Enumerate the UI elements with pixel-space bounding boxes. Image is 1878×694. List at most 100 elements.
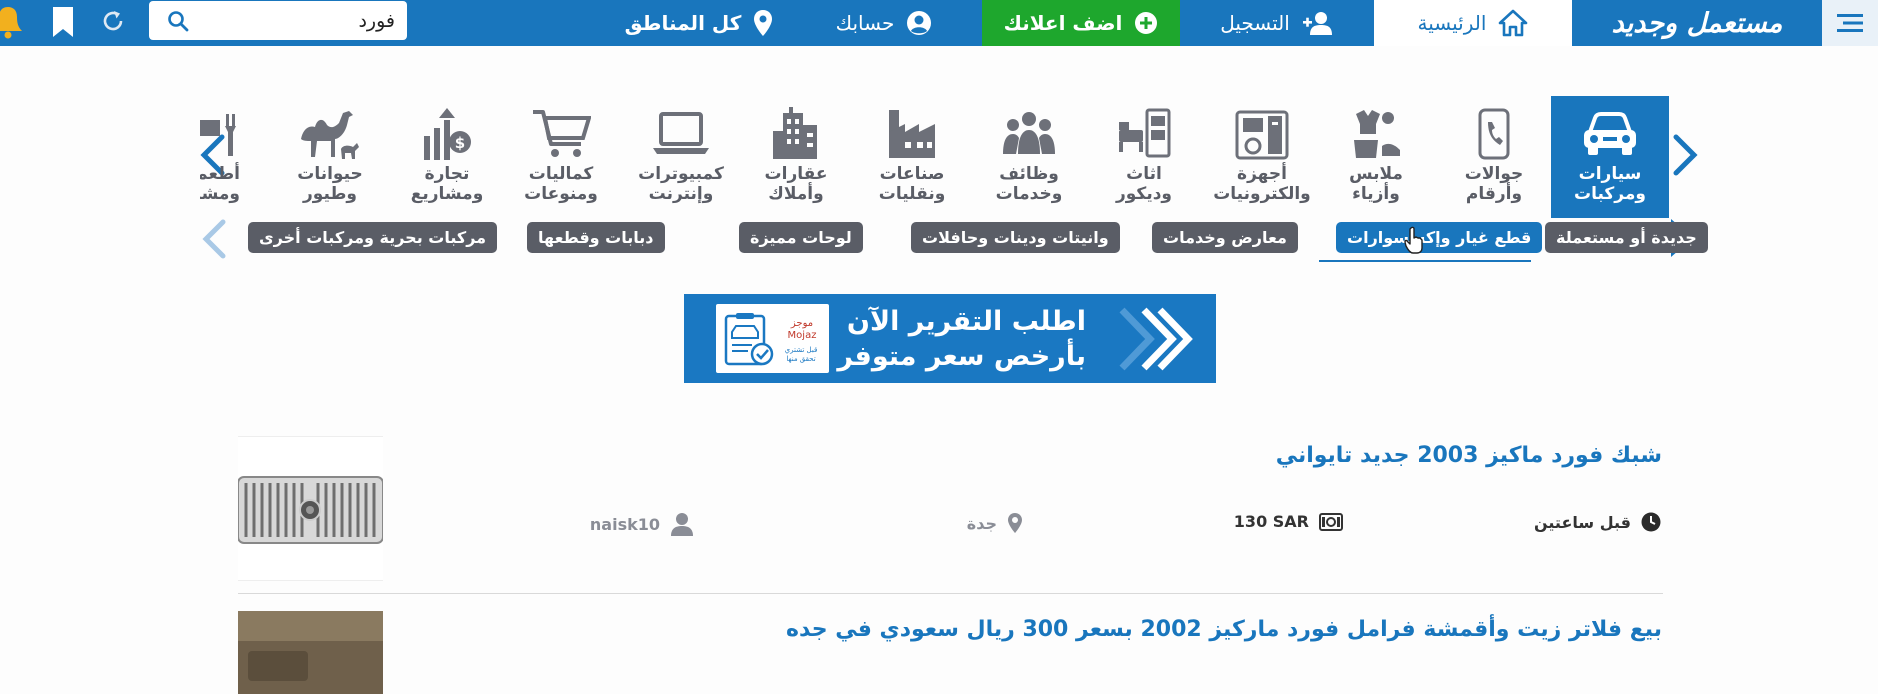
category-label: حيوانات وطيور	[297, 164, 363, 204]
category-clothes[interactable]: ملابس وأزياء	[1317, 96, 1435, 218]
site-logo[interactable]: مستعمل وجديد	[1572, 0, 1822, 46]
search-input[interactable]	[225, 9, 395, 32]
home-icon	[1499, 9, 1528, 37]
laptop-icon	[653, 112, 709, 154]
search-icon[interactable]	[167, 10, 189, 32]
listing-user[interactable]: naisk10	[590, 512, 694, 536]
listing-city: جدة	[967, 512, 1023, 534]
listing-title[interactable]: بيع فلاتر زيت وأقمشة فرامل فورد ماركيز 2…	[786, 617, 1662, 642]
category-label: كمبيوترات وإنترنت	[638, 164, 724, 204]
listing-thumbnail[interactable]	[238, 436, 383, 581]
cart-icon	[533, 110, 591, 157]
category-label: صناعات ونقليات	[878, 164, 946, 204]
double-chevron-icon	[1119, 307, 1193, 371]
building-icon	[773, 107, 817, 159]
subcategory-label: جديدة أو مستعملة	[1556, 228, 1697, 247]
clock-icon	[1641, 512, 1661, 532]
category-animals[interactable]: حيوانات وطيور	[271, 96, 389, 218]
mojaz-tagline: قبل تشتري تحقق منها	[784, 346, 818, 363]
category-label: وظائف وخدمات	[995, 164, 1063, 204]
subcategory-label: وانيتات ودينات وحافلات	[922, 228, 1109, 247]
svg-text:$: $	[455, 134, 465, 152]
banner-headline: اطلب التقرير الآن	[846, 306, 1086, 337]
category-phones[interactable]: جوالات وأرقام	[1435, 96, 1553, 218]
subcategory-label: دبابات وقطعها	[538, 228, 654, 247]
furniture-icon	[1119, 108, 1171, 158]
subcategory-label: مركبات بحرية ومركبات أخرى	[259, 228, 487, 247]
factory-icon	[889, 110, 935, 158]
listing-thumbnail[interactable]	[238, 611, 383, 694]
listing-divider	[238, 593, 1663, 594]
category-label: أطعمة ومشروبات	[200, 164, 240, 204]
subcategory-showrooms[interactable]: معارض وخدمات	[1152, 222, 1298, 253]
money-icon	[1319, 512, 1343, 531]
cursor-hand-icon	[1404, 226, 1423, 254]
carousel-next-arrow[interactable]	[1671, 133, 1699, 177]
plus-circle-icon	[1135, 12, 1158, 34]
car-report-icon	[724, 313, 774, 366]
listing-city-text: جدة	[966, 513, 997, 533]
listing-price: 130 SAR	[1234, 512, 1343, 531]
category-electronics[interactable]: أجهزة والكترونيات	[1203, 96, 1321, 218]
bookmark-icon[interactable]	[50, 6, 76, 38]
category-computers[interactable]: كمبيوترات وإنترنت	[622, 96, 740, 218]
nav-account-label: حسابك	[835, 11, 895, 35]
nav-account[interactable]: حسابك	[788, 0, 980, 46]
category-industry[interactable]: صناعات ونقليات	[853, 96, 971, 218]
subcategory-motorcycles[interactable]: دبابات وقطعها	[527, 222, 665, 253]
mojaz-ad-banner[interactable]: موجز Mojaz قبل تشتري تحقق منها اطلب التق…	[684, 294, 1216, 383]
nav-register-label: التسجيل	[1220, 11, 1290, 35]
phone-icon	[1478, 108, 1510, 160]
category-label: كماليات ومنوعات	[524, 164, 598, 204]
listing-title[interactable]: شبك فورد ماكيز 2003 جديد تايواني	[1276, 443, 1662, 468]
notification-bell-icon[interactable]	[0, 5, 28, 39]
active-subcategory-underline	[1319, 260, 1531, 262]
subcategory-boats-other[interactable]: مركبات بحرية ومركبات أخرى	[248, 222, 498, 253]
nav-register[interactable]: التسجيل	[1180, 0, 1374, 46]
category-jobs[interactable]: وظائف وخدمات	[970, 96, 1088, 218]
category-label: تجارة ومشاريع	[410, 164, 484, 204]
banner-subline: بأرخص سعر متوفر	[837, 341, 1086, 372]
menu-button[interactable]	[1821, 0, 1878, 46]
people-icon	[1003, 112, 1055, 154]
mojaz-card: موجز Mojaz قبل تشتري تحقق منها	[716, 304, 829, 373]
nav-home[interactable]: الرئيسية	[1374, 0, 1572, 46]
user-circle-icon	[907, 11, 932, 35]
category-food[interactable]: أطعمة ومشروبات	[200, 96, 240, 218]
category-accessories[interactable]: كماليات ومنوعات	[502, 96, 620, 218]
regions-selector[interactable]: كل المناطق	[610, 0, 788, 46]
category-label: اثاث وديكور	[1115, 164, 1172, 204]
listing-time: قبل ساعتين	[1534, 512, 1661, 532]
subcategory-spare-parts[interactable]: قطع غيار وإكسسوارات	[1336, 222, 1543, 253]
appliances-icon	[1235, 110, 1289, 160]
subcategory-prev-arrow[interactable]	[201, 219, 227, 259]
listing-user-text: naisk10	[589, 514, 660, 534]
search-box	[149, 1, 407, 40]
money-growth-icon: $	[424, 108, 471, 160]
subcategory-new-or-used[interactable]: جديدة أو مستعملة	[1545, 222, 1708, 253]
subcategory-pickups-buses[interactable]: وانيتات ودينات وحافلات	[911, 222, 1120, 253]
add-ad-label: اضف اعلانك	[1003, 11, 1123, 35]
regions-label: كل المناطق	[624, 11, 742, 35]
category-furniture[interactable]: اثاث وديكور	[1085, 96, 1203, 218]
subcategory-special-plates[interactable]: لوحات مميزة	[739, 222, 863, 253]
category-real-estate[interactable]: عقارات وأملاك	[737, 96, 855, 218]
category-label: سيارات ومركبات	[1574, 164, 1646, 204]
clothes-icon	[1354, 110, 1400, 158]
camel-icon	[301, 111, 359, 159]
subcategory-label: لوحات مميزة	[750, 228, 852, 247]
category-cars[interactable]: سيارات ومركبات	[1551, 96, 1669, 218]
add-user-icon	[1302, 12, 1332, 35]
category-label: عقارات وأملاك	[764, 164, 828, 204]
category-label: جوالات وأرقام	[1464, 164, 1524, 204]
refresh-icon[interactable]	[99, 7, 127, 35]
location-pin-icon	[1008, 513, 1022, 533]
add-ad-button[interactable]: اضف اعلانك	[982, 0, 1180, 46]
category-business[interactable]: $ تجارة ومشاريع	[388, 96, 506, 218]
nav-home-label: الرئيسية	[1417, 11, 1487, 35]
brake-parts-image	[238, 611, 383, 694]
logo-text: مستعمل وجديد	[1611, 7, 1784, 39]
listing-price-text: 130 SAR	[1233, 512, 1309, 531]
category-label: أجهزة والكترونيات	[1213, 164, 1311, 204]
location-pin-icon	[754, 10, 773, 36]
